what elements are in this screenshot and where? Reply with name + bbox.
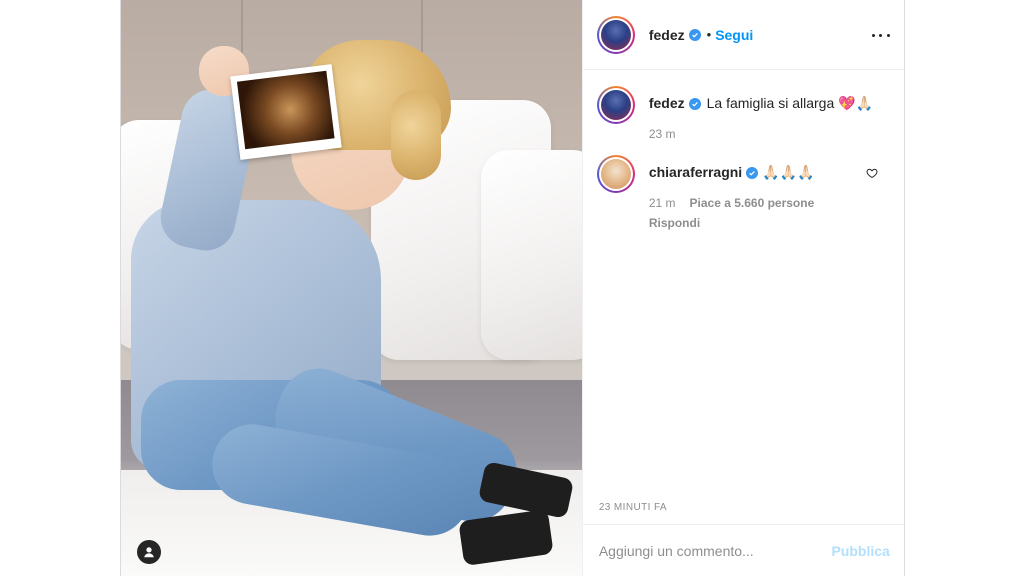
comments-list: fedez La famiglia si allarga 💖🙏🏻 23 m chi… bbox=[583, 70, 906, 244]
ultrasound-photo bbox=[230, 64, 342, 160]
caption-emoji: 💖🙏🏻 bbox=[838, 96, 874, 112]
caption-avatar[interactable] bbox=[596, 86, 635, 124]
verified-badge-icon bbox=[746, 167, 759, 180]
more-options-icon[interactable] bbox=[871, 26, 890, 44]
comment-likes[interactable]: Piace a 5.660 persone bbox=[690, 194, 815, 212]
comment-input[interactable] bbox=[598, 542, 832, 559]
commenter-username[interactable]: chiaraferragni bbox=[649, 164, 742, 180]
post-timestamp: 23 MINUTI FA bbox=[598, 502, 667, 513]
commenter-avatar[interactable] bbox=[596, 155, 635, 193]
comment-item: chiaraferragni 🙏🏻🙏🏻🙏🏻 21 m Piace a 5.660… bbox=[596, 155, 892, 232]
caption-time[interactable]: 23 m bbox=[649, 125, 676, 143]
instagram-post: fedez • Segui fedez La famiglia si allarg… bbox=[120, 0, 906, 576]
follow-button[interactable]: Segui bbox=[715, 27, 753, 43]
comment-form: Pubblica bbox=[582, 524, 906, 576]
caption-text: La famiglia si allarga bbox=[706, 95, 835, 111]
user-tag-icon[interactable] bbox=[137, 540, 161, 564]
caption-username[interactable]: fedez bbox=[649, 95, 685, 111]
caption: fedez La famiglia si allarga 💖🙏🏻 23 m bbox=[596, 86, 892, 143]
heart-icon[interactable] bbox=[866, 167, 878, 179]
verified-badge-icon bbox=[688, 28, 701, 41]
post-sidebar: fedez • Segui fedez La famiglia si allarg… bbox=[581, 0, 906, 576]
post-header: fedez • Segui bbox=[582, 0, 906, 70]
separator-dot: • bbox=[706, 27, 712, 42]
comment-text: 🙏🏻🙏🏻🙏🏻 bbox=[762, 165, 815, 181]
comment-time[interactable]: 21 m bbox=[649, 194, 676, 212]
publish-button[interactable]: Pubblica bbox=[831, 543, 889, 559]
post-photo[interactable] bbox=[121, 0, 582, 576]
author-avatar[interactable] bbox=[596, 15, 635, 54]
author-username[interactable]: fedez bbox=[649, 27, 685, 43]
reply-button[interactable]: Rispondi bbox=[649, 214, 892, 232]
verified-badge-icon bbox=[688, 98, 701, 111]
